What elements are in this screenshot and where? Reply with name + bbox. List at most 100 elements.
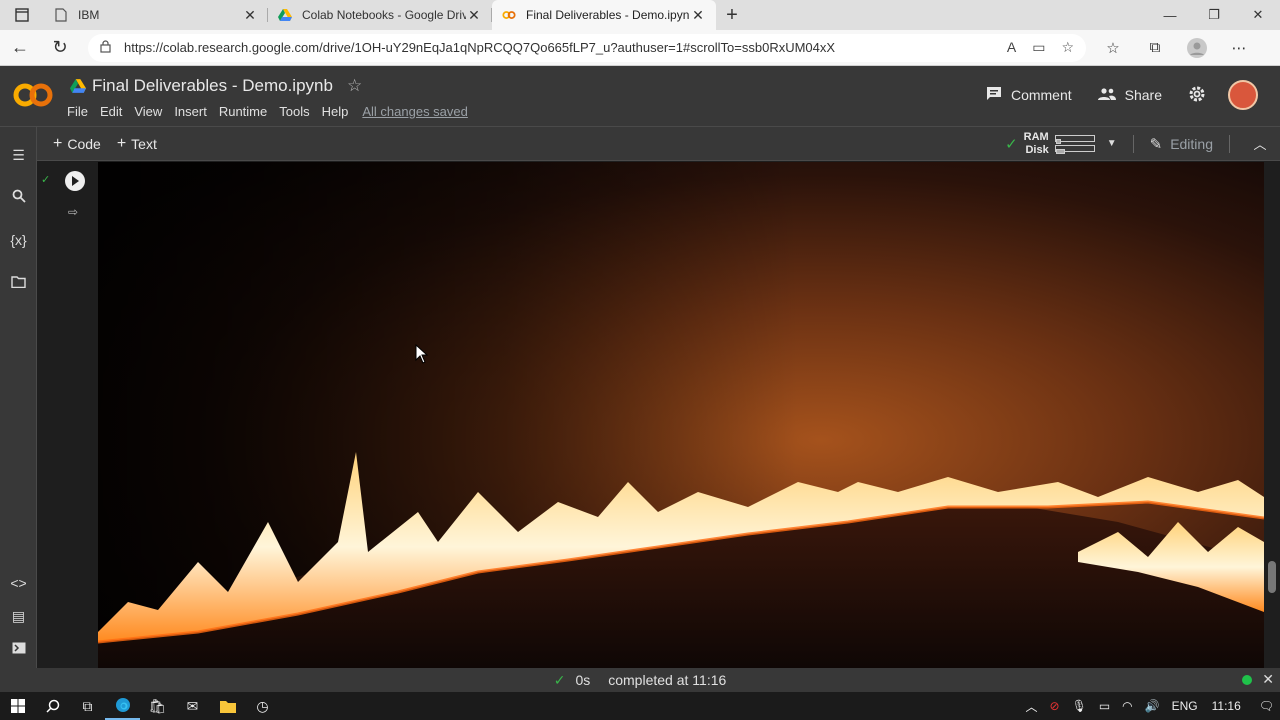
favorites-icon[interactable]: ☆: [1092, 30, 1134, 66]
resource-monitor[interactable]: ✓ RAM Disk ▼: [1005, 131, 1117, 157]
more-options-icon[interactable]: ⋯: [1218, 30, 1260, 66]
colab-logo-icon[interactable]: [12, 81, 54, 109]
browser-tab-ibm[interactable]: IBM ✕: [44, 0, 268, 30]
menu-runtime[interactable]: Runtime: [219, 104, 267, 119]
ram-bar: [1054, 135, 1095, 144]
variables-icon[interactable]: {x}: [0, 232, 37, 248]
mouse-cursor-icon: [415, 344, 429, 364]
menu-tools[interactable]: Tools: [279, 104, 309, 119]
terminal-icon[interactable]: [0, 641, 37, 657]
url-field[interactable]: https://colab.research.google.com/drive/…: [88, 33, 1086, 62]
execution-duration: 0s: [575, 672, 591, 688]
disk-label: Disk: [1025, 143, 1049, 156]
store-icon[interactable]: 🛍: [140, 692, 175, 720]
battery-icon[interactable]: ▭: [1099, 699, 1110, 713]
wifi-icon[interactable]: ◠: [1122, 699, 1132, 713]
refresh-icon[interactable]: ↻: [40, 30, 80, 66]
show-hidden-icons-icon[interactable]: ︿: [1026, 698, 1038, 715]
language-indicator[interactable]: ENG: [1172, 699, 1198, 713]
status-bar: ✓ 0s completed at 11:16 ✕: [0, 668, 1280, 692]
clock[interactable]: 11:16: [1212, 699, 1241, 713]
browser-tab-drive[interactable]: Colab Notebooks - Google Drive ✕: [268, 0, 492, 30]
chevron-up-icon[interactable]: ︿: [1240, 134, 1280, 153]
tab-actions-button[interactable]: [0, 0, 44, 30]
notebook-title[interactable]: Final Deliverables - Demo.ipynb: [92, 76, 333, 96]
comment-icon: [986, 86, 1002, 105]
plus-icon: +: [116, 134, 127, 152]
mail-icon[interactable]: ✉: [175, 692, 210, 720]
windows-start-icon[interactable]: [0, 692, 35, 720]
windows-taskbar: ⧉ 🛍 ✉ ◷ ︿ ⊘ 🎙 ▭ ◠ 🔊 ENG 11:16 🗨: [0, 692, 1280, 720]
colab-header: Final Deliverables - Demo.ipynb ☆ File E…: [0, 66, 1280, 127]
add-favorite-icon[interactable]: ☆: [1061, 39, 1074, 56]
volume-icon[interactable]: 🔊: [1145, 699, 1160, 713]
notebook-cell-area: ✓ ⇨: [37, 161, 1280, 668]
people-icon: [1097, 87, 1116, 104]
document-icon: [54, 8, 68, 22]
add-code-button[interactable]: + Code: [53, 135, 101, 153]
microphone-icon[interactable]: 🎙: [1072, 699, 1087, 713]
add-text-button[interactable]: + Text: [117, 135, 157, 153]
collections-icon[interactable]: ⧉: [1134, 30, 1176, 66]
menu-view[interactable]: View: [134, 104, 162, 119]
system-tray: ︿ ⊘ 🎙 ▭ ◠ 🔊 ENG 11:16 🗨: [1020, 698, 1280, 715]
file-explorer-icon[interactable]: [210, 692, 245, 720]
menu-edit[interactable]: Edit: [100, 104, 122, 119]
restore-icon[interactable]: ❐: [1192, 0, 1236, 30]
menu-insert[interactable]: Insert: [174, 104, 207, 119]
minimize-icon[interactable]: —: [1148, 0, 1192, 30]
ram-label: RAM: [1023, 130, 1049, 143]
comment-button[interactable]: Comment: [986, 86, 1072, 105]
code-snippets-icon[interactable]: <>: [0, 575, 37, 591]
scrollbar-thumb[interactable]: [1268, 561, 1276, 593]
notebook-toolbar: + Code + Text ✓ RAM Disk ▼ ✎ Editing ︿: [37, 127, 1280, 161]
close-status-icon[interactable]: ✕: [1262, 671, 1274, 688]
editing-mode-button[interactable]: ✎ Editing: [1150, 135, 1213, 153]
gear-icon: [1188, 85, 1206, 106]
avatar[interactable]: [1228, 80, 1258, 110]
google-drive-icon[interactable]: [70, 79, 86, 93]
play-icon: [72, 176, 79, 186]
colab-icon: [502, 8, 516, 22]
success-check-icon: ✓: [553, 671, 566, 688]
menu-file[interactable]: File: [67, 104, 88, 119]
search-icon[interactable]: [0, 189, 37, 206]
antivirus-icon[interactable]: ⊘: [1050, 699, 1060, 713]
browser-tab-colab[interactable]: Final Deliverables - Demo.ipynb ✕: [492, 0, 716, 30]
left-sidebar: ☰ {x} <> ▤: [0, 127, 37, 668]
disk-bar: [1054, 145, 1095, 154]
execution-status: completed at 11:16: [608, 672, 727, 688]
new-tab-button[interactable]: +: [716, 0, 748, 30]
close-window-icon[interactable]: ✕: [1236, 0, 1280, 30]
cell-output-video[interactable]: [98, 162, 1264, 668]
share-button[interactable]: Share: [1097, 87, 1162, 104]
run-cell-button[interactable]: [65, 171, 85, 191]
google-drive-icon: [278, 8, 292, 22]
table-of-contents-icon[interactable]: ☰: [0, 147, 37, 164]
output-actions-icon[interactable]: ⇨: [68, 205, 78, 219]
settings-button[interactable]: [1188, 85, 1206, 106]
chevron-down-icon[interactable]: ▼: [1107, 138, 1117, 149]
menu-help[interactable]: Help: [322, 104, 349, 119]
app-available-icon[interactable]: ▭: [1032, 39, 1045, 56]
pencil-icon: ✎: [1149, 135, 1163, 153]
app-icon[interactable]: ◷: [245, 692, 280, 720]
task-view-icon[interactable]: ⧉: [70, 692, 105, 720]
notifications-icon[interactable]: 🗨: [1259, 699, 1274, 713]
close-tab-icon[interactable]: ✕: [242, 7, 258, 24]
save-status[interactable]: All changes saved: [362, 104, 468, 119]
star-icon[interactable]: ☆: [347, 76, 362, 96]
profile-icon[interactable]: [1176, 30, 1218, 66]
folder-icon[interactable]: [0, 275, 37, 291]
command-palette-icon[interactable]: ▤: [0, 608, 37, 625]
tab-title: IBM: [78, 8, 100, 22]
close-tab-icon[interactable]: ✕: [690, 7, 706, 24]
menu-bar: File Edit View Insert Runtime Tools Help…: [67, 104, 480, 119]
search-icon[interactable]: [35, 692, 70, 720]
back-icon[interactable]: ←: [0, 30, 40, 66]
read-aloud-icon[interactable]: A: [1007, 39, 1016, 56]
address-bar: ← ↻ https://colab.research.google.com/dr…: [0, 30, 1280, 66]
tab-title: Colab Notebooks - Google Drive: [302, 8, 466, 22]
close-tab-icon[interactable]: ✕: [466, 7, 482, 24]
edge-browser-icon[interactable]: [105, 692, 140, 720]
